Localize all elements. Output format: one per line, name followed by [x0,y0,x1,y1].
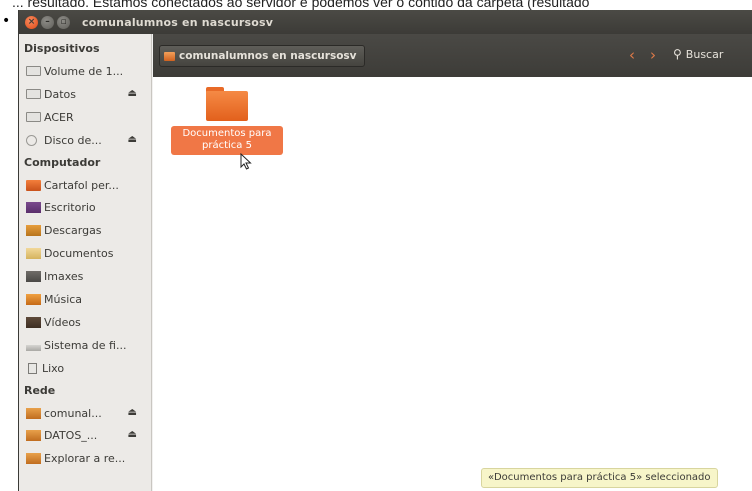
sidebar-item-label: ACER [44,110,74,124]
search-icon: ⚲ [673,47,682,61]
network-share-icon [26,407,41,419]
sidebar-item-pictures[interactable]: Imaxes [19,265,151,288]
sidebar-item-trash[interactable]: Lixo [19,357,151,380]
list-bullet: • [2,13,11,29]
search-button[interactable]: ⚲ Buscar [673,47,723,61]
sidebar-item-label: Descargas [44,224,102,238]
sidebar-heading-devices: Dispositivos [24,42,100,55]
sidebar-item-browse-network[interactable]: Explorar a re... [19,447,151,470]
sidebar-item-label: Lixo [42,361,65,375]
sidebar-item-home[interactable]: Cartafol per... [19,174,151,197]
window-controls: × – ▫ [25,15,70,29]
toolbar: comunalumnos en nascursosv ‹ › ⚲ Buscar [153,34,752,77]
minimize-button[interactable]: – [41,15,54,29]
sidebar-item-filesystem[interactable]: Sistema de fi... [19,334,151,357]
eject-icon[interactable]: ⏏ [128,407,137,418]
sidebar-item-documents[interactable]: Documentos [19,242,151,265]
path-bar-label: comunalumnos en nascursosv [179,50,357,62]
drive-icon [26,66,41,77]
drive-icon [26,112,41,123]
sidebar-item-label: Documentos [44,247,114,261]
sidebar-item-desktop[interactable]: Escritorio [19,196,151,219]
path-bar-button[interactable]: comunalumnos en nascursosv [159,45,365,67]
sidebar-item-videos[interactable]: Vídeos [19,311,151,334]
sidebar-heading-computer: Computador [24,155,101,169]
eject-icon[interactable]: ⏏ [128,134,137,145]
window-titlebar[interactable]: × – ▫ comunalumnos en nascursosv [19,10,752,34]
sidebar-item-share-comunal[interactable]: comunal... ⏏ [19,402,151,425]
sidebar-item-label: Datos [44,87,76,101]
places-sidebar: Dispositivos Volume de 1... Datos ⏏ ACER… [19,34,152,491]
filesystem-icon [26,344,41,351]
window-title: comunalumnos en nascursosv [82,15,274,29]
sidebar-item-disc[interactable]: Disco de... ⏏ [19,129,151,152]
sidebar-item-share-datos[interactable]: DATOS_... ⏏ [19,424,151,447]
music-icon [26,293,41,305]
desktop-icon [26,202,41,214]
trash-icon [28,362,37,374]
file-view[interactable]: Documentos para práctica 5 [153,77,752,491]
status-bar: «Documentos para práctica 5» seleccionad… [481,468,718,488]
network-share-icon [26,430,41,442]
sidebar-item-music[interactable]: Música [19,288,151,311]
search-label: Buscar [685,47,724,61]
sidebar-item-label: Volume de 1... [44,64,124,78]
downloads-icon [26,225,41,237]
sidebar-item-label: Cartafol per... [44,178,119,192]
sidebar-item-datos[interactable]: Datos ⏏ [19,83,151,106]
eject-icon[interactable]: ⏏ [128,429,137,440]
drive-icon [26,89,41,100]
sidebar-item-label: Escritorio [44,201,96,215]
sidebar-item-label: comunal... [44,406,102,420]
sidebar-item-downloads[interactable]: Descargas [19,219,151,242]
sidebar-item-label: DATOS_... [44,429,98,443]
sidebar-heading-network: Rede [24,383,56,397]
network-folder-icon [164,51,175,61]
sidebar-item-label: Disco de... [44,133,102,147]
videos-icon [26,316,41,328]
back-button[interactable]: ‹ [629,46,635,64]
close-button[interactable]: × [25,15,38,29]
disc-icon [26,134,37,146]
pictures-icon [26,271,41,283]
sidebar-item-label: Sistema de fi... [44,338,127,352]
folder-item[interactable]: Documentos para práctica 5 [171,87,283,155]
sidebar-item-acer[interactable]: ACER [19,106,151,129]
home-folder-icon [26,179,41,191]
sidebar-item-label: Explorar a re... [44,452,126,466]
sidebar-item-volume[interactable]: Volume de 1... [19,60,151,83]
eject-icon[interactable]: ⏏ [128,88,137,99]
maximize-button[interactable]: ▫ [57,15,70,29]
file-manager-window: × – ▫ comunalumnos en nascursosv Disposi… [18,10,752,491]
folder-icon [206,87,248,121]
network-icon [26,453,41,465]
document-intro-text: ... resultado. Estamos conectados ao ser… [12,0,590,10]
forward-button[interactable]: › [650,46,656,64]
sidebar-item-label: Vídeos [44,315,81,329]
folder-item-label: Documentos para práctica 5 [171,126,283,155]
sidebar-item-label: Imaxes [44,270,84,284]
sidebar-item-label: Música [44,292,83,306]
documents-icon [26,248,41,260]
